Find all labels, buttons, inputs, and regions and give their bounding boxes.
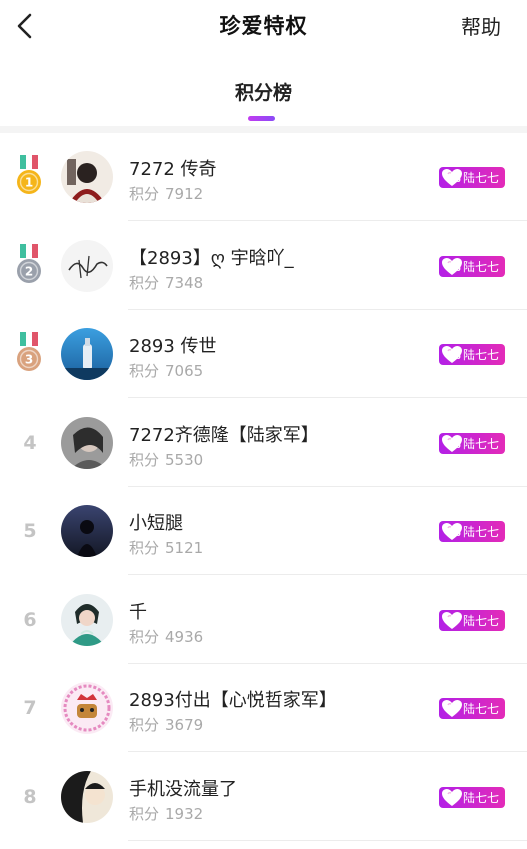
badge-level: 10: [451, 353, 461, 361]
user-name: 2893付出【心悦哲家军】: [129, 690, 337, 711]
user-score: 积分 5530: [129, 449, 203, 470]
leaderboard-row[interactable]: 5 小短腿积分 5121 10 陆七七: [0, 487, 527, 575]
badge-level: 10: [451, 442, 461, 450]
avatar[interactable]: [61, 151, 113, 203]
active-tab-indicator: [248, 116, 275, 121]
fan-badge[interactable]: 10 陆七七: [439, 344, 505, 365]
user-score: 积分 5121: [129, 537, 203, 558]
user-name: 2893 传世: [129, 336, 217, 357]
leaderboard-row[interactable]: 2 【2893】ღ 宇晗吖_ 积分 7348 10 陆七七: [0, 222, 527, 310]
top-nav-bar: 珍爱特权 帮助: [0, 0, 527, 54]
rank-number: 4: [23, 432, 37, 454]
user-name: 7272齐德隆【陆家军】: [129, 425, 319, 446]
row-divider: [128, 574, 527, 575]
rank-number: 6: [23, 609, 37, 631]
badge-name: 陆七七: [463, 171, 500, 185]
rank-medal-icon: 2: [12, 244, 46, 288]
badge-level: 9: [451, 707, 456, 715]
page-title: 珍爱特权: [219, 14, 308, 38]
badge-name: 陆七七: [463, 791, 500, 805]
tab-bar: 积分榜: [0, 54, 527, 126]
score-label: 积分: [129, 805, 160, 823]
fan-badge[interactable]: 8 陆七七: [439, 787, 505, 808]
rank-medal-icon: 3: [12, 332, 46, 376]
avatar[interactable]: [61, 328, 113, 380]
user-score: 积分 7912: [129, 183, 203, 204]
score-value: 3679: [165, 716, 204, 734]
fan-badge[interactable]: 10 陆七七: [439, 433, 505, 454]
leaderboard-row[interactable]: 7 2893付出【心悦哲家军】 积分 3679 9 陆七七: [0, 664, 527, 752]
badge-name: 陆七七: [463, 525, 500, 539]
score-value: 7348: [165, 274, 204, 292]
user-score: 积分 7065: [129, 360, 203, 381]
badge-level: 8: [451, 796, 456, 804]
section-divider: [0, 126, 527, 133]
score-label: 积分: [129, 539, 160, 557]
leaderboard-row[interactable]: 3 2893 传世 积分 7065 10 陆七七: [0, 310, 527, 398]
badge-level: 10: [451, 265, 461, 273]
medal-rank-text: 2: [25, 265, 33, 279]
fan-badge[interactable]: 10 陆七七: [439, 167, 505, 188]
score-value: 7065: [165, 362, 204, 380]
score-value: 5121: [165, 539, 204, 557]
badge-name: 陆七七: [463, 260, 500, 274]
score-label: 积分: [129, 185, 160, 203]
score-label: 积分: [129, 451, 160, 469]
badge-name: 陆七七: [463, 348, 500, 362]
avatar[interactable]: [61, 505, 113, 557]
fan-badge[interactable]: 10 陆七七: [439, 521, 505, 542]
user-name: 7272 传奇: [129, 159, 217, 180]
score-value: 4936: [165, 628, 204, 646]
badge-level: 9: [451, 619, 456, 627]
row-divider: [128, 840, 527, 841]
rank-medal-icon: 1: [12, 155, 46, 199]
user-name: 手机没流量了: [129, 779, 237, 800]
fan-badge[interactable]: 10 陆七七: [439, 256, 505, 277]
leaderboard-row[interactable]: 1 7272 传奇 积分 7912 10 陆七七: [0, 133, 527, 221]
user-name: 千: [129, 602, 147, 623]
avatar[interactable]: [61, 682, 113, 734]
leaderboard-row[interactable]: 4 7272齐德隆【陆家军】 积分 5530 10 陆七七: [0, 399, 527, 487]
badge-level: 10: [451, 176, 461, 184]
score-label: 积分: [129, 362, 160, 380]
row-divider: [128, 220, 527, 221]
user-score: 积分 1932: [129, 803, 203, 824]
medal-rank-text: 1: [25, 176, 33, 190]
rank-number: 8: [23, 786, 37, 808]
badge-level: 10: [451, 530, 461, 538]
user-score: 积分 3679: [129, 714, 203, 735]
score-label: 积分: [129, 716, 160, 734]
fan-badge[interactable]: 9 陆七七: [439, 698, 505, 719]
score-label: 积分: [129, 628, 160, 646]
score-value: 7912: [165, 185, 204, 203]
tab-points-leaderboard[interactable]: 积分榜: [0, 78, 527, 105]
row-divider: [128, 751, 527, 752]
fan-badge[interactable]: 9 陆七七: [439, 610, 505, 631]
help-button[interactable]: 帮助: [461, 11, 501, 40]
badge-name: 陆七七: [463, 437, 500, 451]
avatar[interactable]: [61, 417, 113, 469]
user-name: 小短腿: [129, 513, 183, 534]
score-value: 1932: [165, 805, 204, 823]
user-score: 积分 4936: [129, 626, 203, 647]
avatar[interactable]: [61, 771, 113, 823]
medal-rank-text: 3: [25, 353, 33, 367]
score-label: 积分: [129, 274, 160, 292]
rank-number: 7: [23, 697, 37, 719]
badge-name: 陆七七: [463, 614, 500, 628]
avatar[interactable]: [61, 240, 113, 292]
user-name: 【2893】ღ 宇晗吖_: [129, 248, 294, 269]
user-score: 积分 7348: [129, 272, 203, 293]
leaderboard-row[interactable]: 6 千积分 4936 9 陆七七: [0, 576, 527, 664]
avatar[interactable]: [61, 594, 113, 646]
score-value: 5530: [165, 451, 204, 469]
badge-name: 陆七七: [463, 702, 500, 716]
rank-number: 5: [23, 520, 37, 542]
row-divider: [128, 397, 527, 398]
leaderboard-row[interactable]: 8 手机没流量了 积分 1932 8 陆七七: [0, 753, 527, 841]
